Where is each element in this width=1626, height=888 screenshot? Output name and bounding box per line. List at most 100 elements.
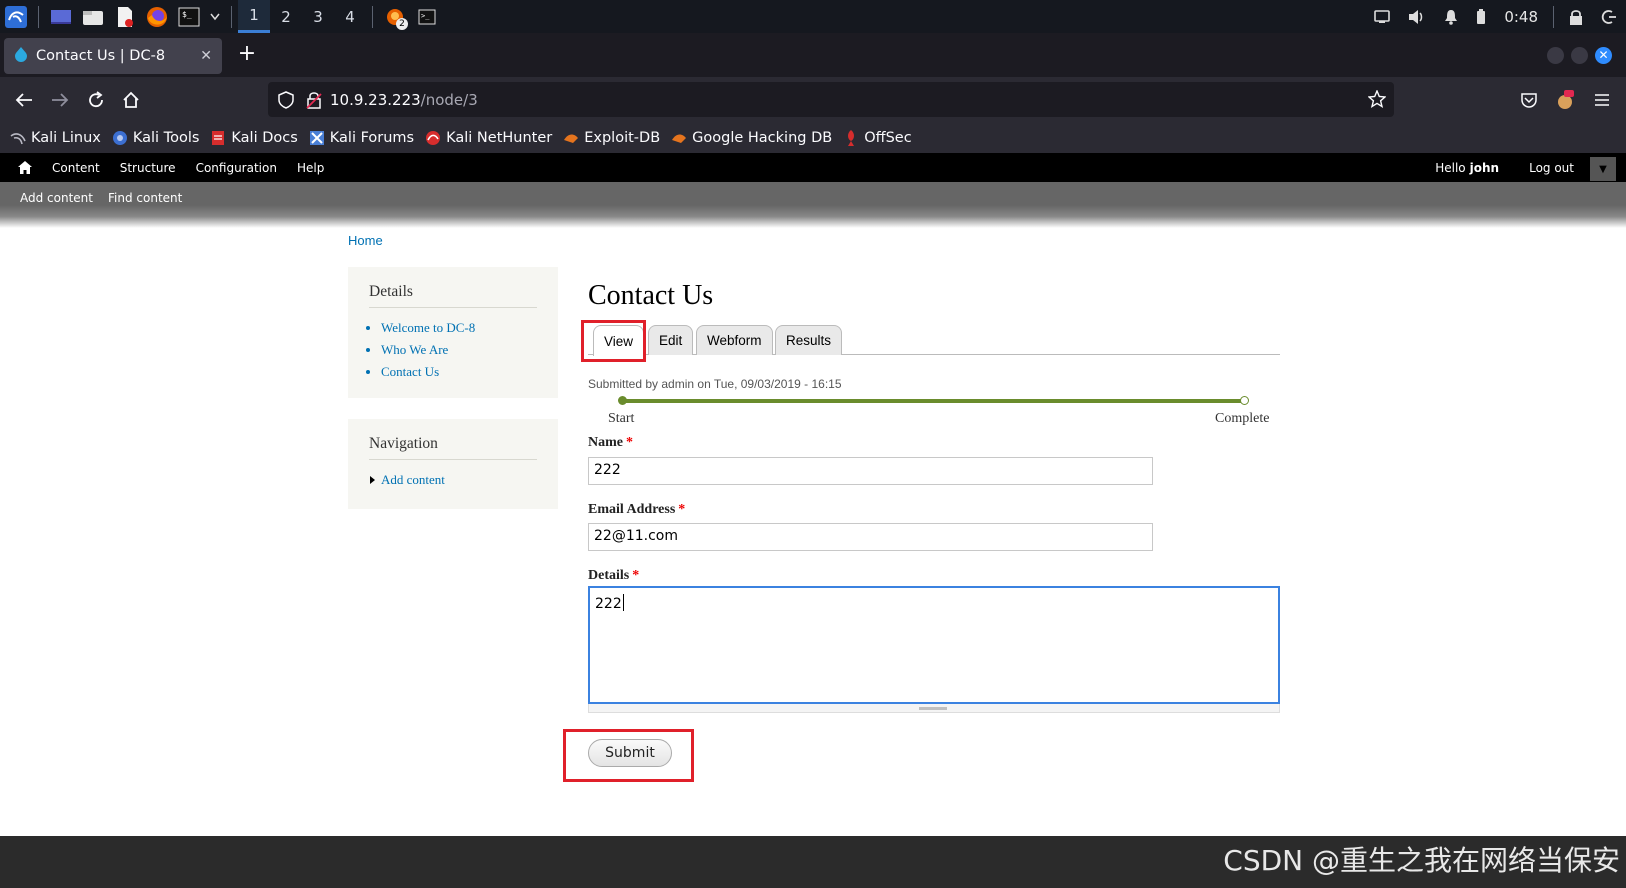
bookmark-google-hacking-db[interactable]: Google Hacking DB [671, 130, 832, 146]
sidebar-link-contact-us[interactable]: Contact Us [381, 364, 537, 380]
system-tray: 0:48 [1365, 0, 1626, 33]
bookmark-kali-docs[interactable]: Kali Docs [210, 130, 298, 146]
tab-results[interactable]: Results [775, 325, 843, 355]
shield-icon[interactable] [278, 90, 294, 109]
logout-icon[interactable] [1601, 9, 1617, 25]
drupal-shortcut-bar: Add content Find content [0, 182, 1626, 228]
workspace-1[interactable]: 1 [238, 0, 270, 33]
text-caret [622, 594, 624, 611]
email-input[interactable]: 22@11.com [588, 523, 1153, 551]
kali-forums-icon [309, 130, 325, 146]
workspace-4[interactable]: 4 [334, 0, 366, 33]
bookmark-offsec[interactable]: OffSec [843, 130, 912, 146]
svg-text:$_: $_ [182, 10, 192, 19]
browser-tab-active[interactable]: Contact Us | DC-8 ✕ [4, 38, 222, 74]
bookmark-kali-tools[interactable]: Kali Tools [112, 130, 199, 146]
home-button[interactable] [117, 86, 145, 114]
toolbar-content[interactable]: Content [52, 161, 100, 175]
extension-icon[interactable] [1551, 86, 1579, 114]
chevron-down-icon[interactable] [208, 4, 222, 30]
details-label: Details * [588, 568, 640, 583]
notification-bell-icon[interactable] [1444, 9, 1458, 25]
details-block-title: Details [369, 283, 537, 308]
firefox-window-icon[interactable]: 2 [382, 4, 408, 30]
toolbar-user-area: Hello john Log out [1435, 153, 1602, 182]
page-title: Contact Us [588, 280, 714, 311]
logout-link[interactable]: Log out [1529, 161, 1574, 175]
firefox-icon[interactable] [144, 4, 170, 30]
url-path: /node/3 [420, 90, 478, 109]
toolbar-configuration[interactable]: Configuration [196, 161, 277, 175]
details-textarea[interactable]: 222 [588, 586, 1280, 704]
required-marker: * [632, 568, 640, 583]
toolbar-help[interactable]: Help [297, 161, 324, 175]
sidebar-link-welcome[interactable]: Welcome to DC-8 [381, 320, 537, 336]
workspace-3[interactable]: 3 [302, 0, 334, 33]
lock-icon[interactable] [1569, 9, 1583, 25]
url-bar[interactable]: 10.9.23.223/node/3 [268, 82, 1394, 117]
tab-webform[interactable]: Webform [696, 325, 773, 355]
close-window-button[interactable]: ✕ [1595, 47, 1612, 64]
sidebar-navigation-block: Navigation Add content [348, 419, 558, 509]
terminal-icon[interactable]: $_ [176, 4, 202, 30]
tab-edit[interactable]: Edit [648, 325, 694, 355]
shortcut-find-content[interactable]: Find content [108, 191, 182, 205]
submit-highlight [563, 729, 694, 782]
name-input[interactable]: 222 [588, 457, 1153, 485]
svg-text:>_: >_ [421, 12, 430, 20]
workspace-2[interactable]: 2 [270, 0, 302, 33]
bookmark-kali-nethunter[interactable]: Kali NetHunter [425, 130, 552, 146]
bookmark-star-icon[interactable] [1368, 90, 1386, 108]
browser-tab-strip: Contact Us | DC-8 ✕ + ✕ [0, 33, 1626, 77]
node-tabs: View Edit Webform Results [588, 325, 1280, 356]
kali-docs-icon [210, 130, 226, 146]
name-label: Name * [588, 435, 633, 450]
details-text: 222 [595, 596, 622, 612]
home-icon[interactable] [18, 161, 32, 174]
email-label: Email Address * [588, 502, 686, 517]
separator [1553, 5, 1554, 28]
text-editor-icon[interactable] [112, 4, 138, 30]
back-button[interactable] [10, 86, 38, 114]
nav-link-add-content[interactable]: Add content [370, 472, 537, 488]
bookmark-kali-forums[interactable]: Kali Forums [309, 130, 414, 146]
sidebar-details-block: Details Welcome to DC-8 Who We Are Conta… [348, 267, 558, 398]
file-manager-icon[interactable] [80, 4, 106, 30]
maximize-window-button[interactable] [1571, 47, 1588, 64]
desktop-icon[interactable] [48, 4, 74, 30]
kali-menu-icon[interactable] [3, 4, 29, 30]
hamburger-menu-icon[interactable] [1588, 86, 1616, 114]
bookmarks-toolbar: Kali Linux Kali Tools Kali Docs Kali For… [0, 123, 1626, 153]
pocket-icon[interactable] [1515, 86, 1543, 114]
separator [372, 5, 373, 28]
minimize-window-button[interactable] [1547, 47, 1564, 64]
bookmark-kali-linux[interactable]: Kali Linux [10, 130, 101, 146]
bookmark-exploit-db[interactable]: Exploit-DB [563, 130, 660, 146]
required-marker: * [678, 502, 686, 517]
textarea-resize-grip[interactable] [588, 704, 1280, 713]
terminal-window-icon[interactable]: >_ [414, 4, 440, 30]
forward-button[interactable] [46, 86, 74, 114]
close-tab-icon[interactable]: ✕ [200, 48, 212, 64]
insecure-lock-icon[interactable] [306, 91, 322, 109]
drupal-admin-toolbar: Content Structure Configuration Help Hel… [0, 153, 1626, 182]
shortcuts-toggle-button[interactable]: ▼ [1590, 157, 1616, 181]
os-taskbar: $_ 1 2 3 4 2 >_ 0:48 [0, 0, 1626, 33]
new-tab-button[interactable]: + [234, 41, 260, 67]
sidebar-link-who-we-are[interactable]: Who We Are [381, 342, 537, 358]
url-host: 10.9.23.223 [330, 90, 421, 109]
window-count-badge: 2 [396, 17, 408, 30]
progress-complete-label: Complete [1215, 411, 1270, 426]
breadcrumb-home[interactable]: Home [348, 233, 383, 248]
battery-icon[interactable] [1476, 8, 1486, 25]
toolbar-structure[interactable]: Structure [120, 161, 176, 175]
progress-start-dot [618, 396, 627, 405]
exploit-db-icon [563, 130, 579, 146]
reload-button[interactable] [82, 86, 110, 114]
progress-end-dot [1240, 396, 1249, 405]
volume-icon[interactable] [1408, 9, 1426, 25]
display-icon[interactable] [1374, 9, 1391, 24]
username[interactable]: john [1470, 161, 1499, 175]
shortcut-add-content[interactable]: Add content [20, 191, 93, 205]
hello-text: Hello [1435, 160, 1466, 175]
